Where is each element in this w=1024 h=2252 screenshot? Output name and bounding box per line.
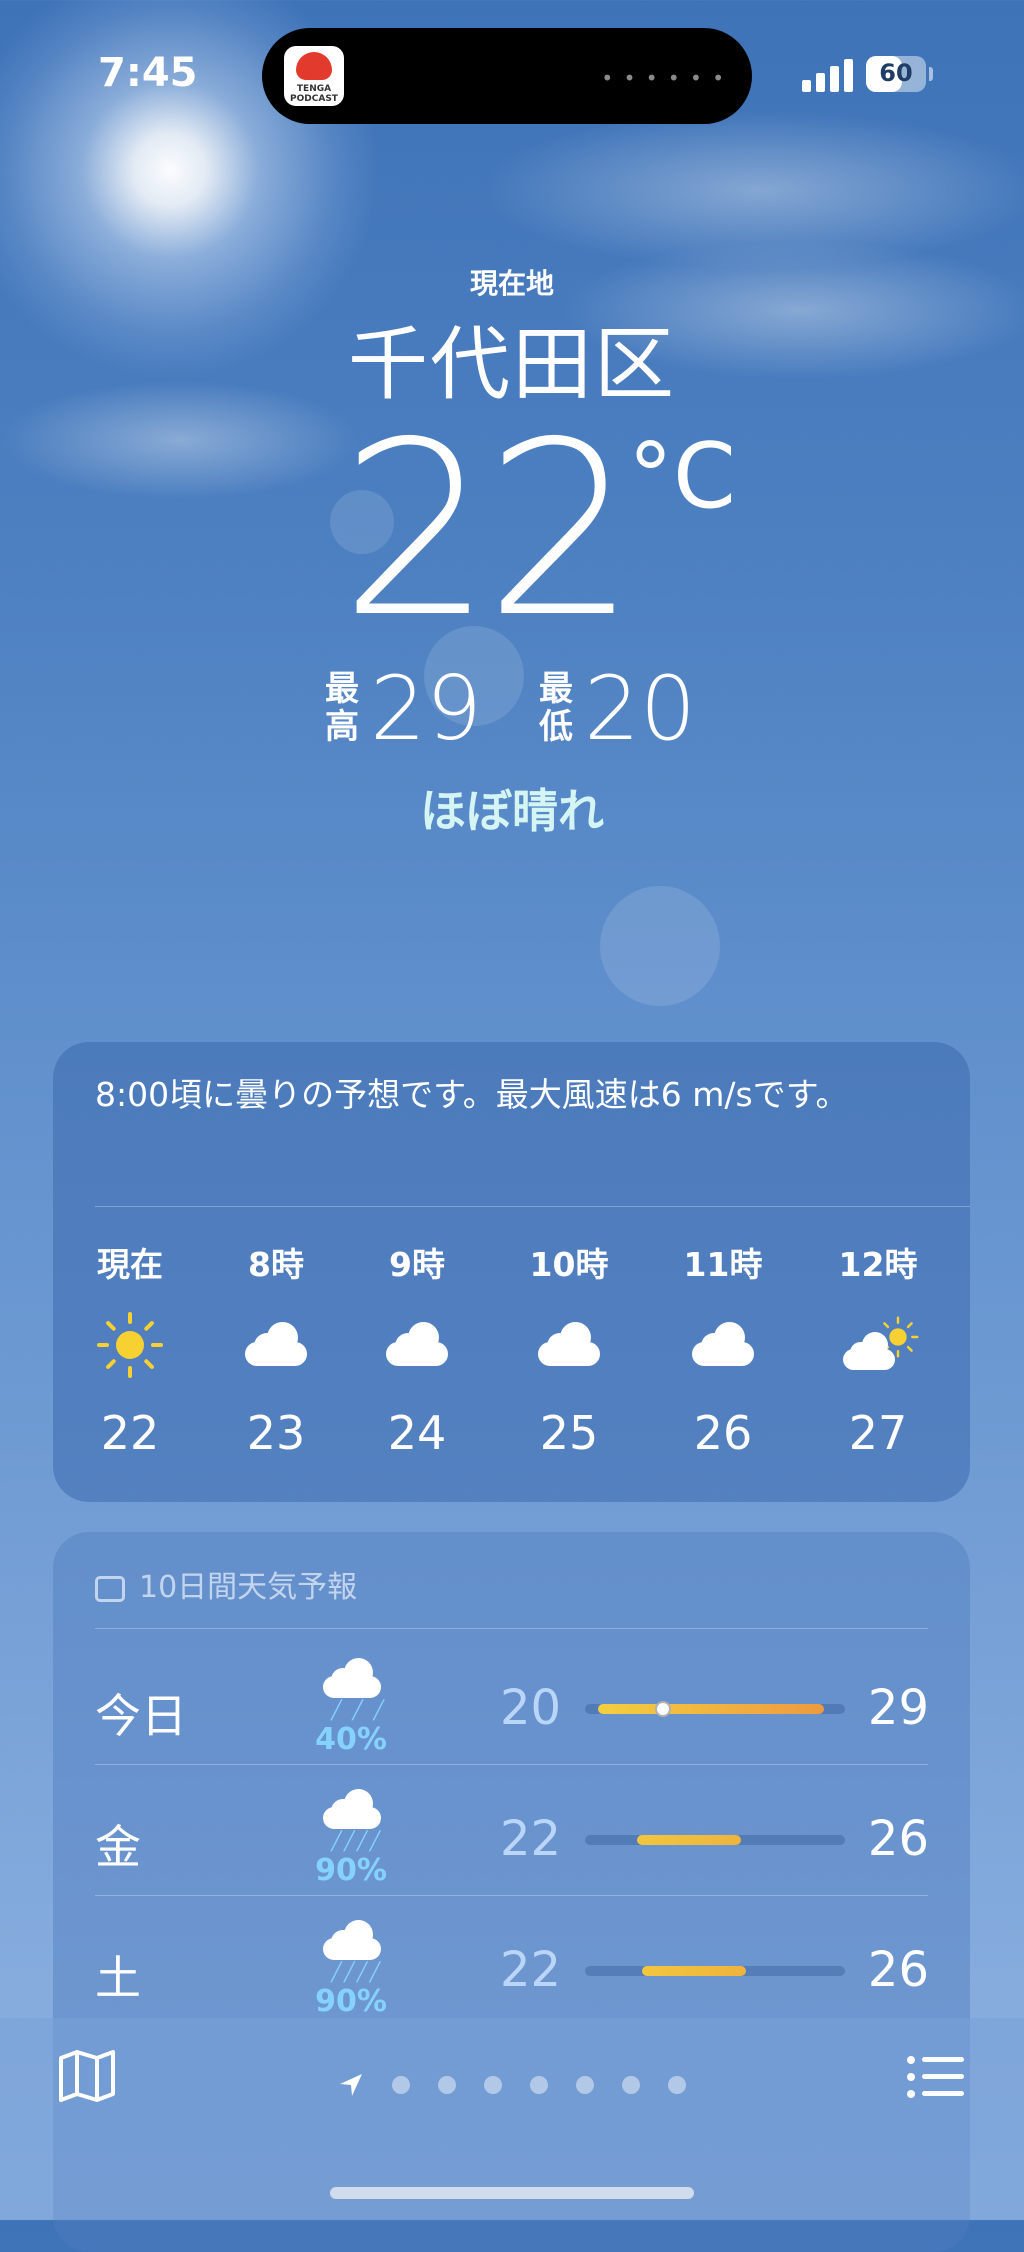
precipitation-chance: 90% xyxy=(315,1984,387,2019)
page-dot[interactable] xyxy=(392,2076,410,2094)
daily-forecast-title: 10日間天気予報 xyxy=(139,1570,358,1605)
hour-item: 12時 27 xyxy=(803,1238,953,1460)
podcast-logo xyxy=(296,52,332,80)
low-temp: 22 xyxy=(500,1942,562,1998)
hour-label: 11時 xyxy=(683,1245,763,1284)
daily-forecast-header: 10日間天気予報 xyxy=(95,1562,357,1606)
day-name: 土 xyxy=(95,1951,141,2005)
weather-condition: ほぼ晴れ xyxy=(420,784,604,838)
low-value: 20 xyxy=(584,657,696,760)
divider xyxy=(95,1764,928,1765)
page-dot[interactable] xyxy=(484,2076,502,2094)
location-label: 現在地 xyxy=(469,267,554,300)
status-time: 7:45 xyxy=(98,50,198,96)
cloud-icon xyxy=(382,1310,452,1380)
temperature-range-bar xyxy=(598,1704,825,1714)
high-temp: 26 xyxy=(867,1811,929,1867)
battery-cap xyxy=(929,67,933,81)
page-indicator[interactable] xyxy=(336,2070,696,2100)
current-temp-marker xyxy=(655,1701,671,1717)
temperature-range-track xyxy=(585,1835,845,1845)
high-value: 29 xyxy=(370,657,482,760)
temperature-unit: °C xyxy=(628,424,736,529)
daily-row[interactable]: 土 ╱╱╱╱ 90% 22 26 xyxy=(95,1902,929,2032)
cloud-icon xyxy=(688,1310,758,1380)
hour-temperature: 23 xyxy=(246,1406,306,1460)
hour-item: 10時 25 xyxy=(494,1238,644,1460)
hour-temperature: 25 xyxy=(539,1406,599,1460)
hour-item: 現在 22 xyxy=(55,1238,205,1460)
page-dot[interactable] xyxy=(438,2076,456,2094)
temperature-range-bar xyxy=(637,1835,741,1845)
rain-cloud-icon: ╱ ╱ ╱ xyxy=(317,1658,387,1722)
calendar-icon xyxy=(95,1575,125,1602)
dynamic-island[interactable]: TENGA PODCAST • • • • • • xyxy=(262,28,752,124)
hour-item: 8時 23 xyxy=(201,1238,351,1460)
high-temp: 26 xyxy=(867,1942,929,1998)
hourly-forecast-card[interactable]: 8:00頃に曇りの予想です。最大風速は6 m/sです。 現在 22 8時 23 9時 24… xyxy=(53,1042,970,1502)
heavy-rain-icon: ╱╱╱╱ xyxy=(317,1920,387,1984)
divider xyxy=(95,1206,970,1207)
sun-icon xyxy=(95,1310,165,1380)
podcast-app-icon[interactable]: TENGA PODCAST xyxy=(284,46,344,106)
lens-flare xyxy=(600,886,720,1006)
precipitation-chance: 40% xyxy=(315,1722,387,1757)
battery-icon: 60 xyxy=(866,56,926,92)
partly-sunny-icon xyxy=(843,1310,919,1380)
page-dot[interactable] xyxy=(530,2076,548,2094)
temperature-range-bar xyxy=(642,1966,747,1976)
day-name: 金 xyxy=(95,1820,141,1874)
temperature-range-track xyxy=(585,1966,845,1976)
heavy-rain-icon: ╱╱╱╱ xyxy=(317,1789,387,1853)
hour-label: 12時 xyxy=(838,1245,918,1284)
map-icon[interactable] xyxy=(58,2050,116,2102)
current-temperature: 22 xyxy=(340,390,637,670)
page-dot[interactable] xyxy=(668,2076,686,2094)
hour-label: 10時 xyxy=(529,1245,609,1284)
cloud-icon xyxy=(534,1310,604,1380)
page-dot[interactable] xyxy=(576,2076,594,2094)
page-dot[interactable] xyxy=(622,2076,640,2094)
hour-label: 9時 xyxy=(389,1245,445,1284)
location-arrow-icon xyxy=(340,2074,362,2096)
temperature-range-track xyxy=(585,1701,845,1717)
battery-level: 60 xyxy=(879,59,913,87)
cellular-signal-icon xyxy=(802,58,854,92)
daily-row[interactable]: 今日 ╱ ╱ ╱ 40% 20 29 xyxy=(95,1640,929,1770)
home-indicator[interactable] xyxy=(330,2187,694,2199)
high-temp: 29 xyxy=(867,1680,929,1736)
divider xyxy=(95,1628,928,1629)
list-icon[interactable] xyxy=(906,2054,966,2100)
day-name: 今日 xyxy=(95,1689,187,1743)
hour-label: 現在 xyxy=(97,1245,163,1284)
high-label: 最高 xyxy=(325,669,359,747)
low-temp: 22 xyxy=(500,1811,562,1867)
hour-item: 9時 24 xyxy=(342,1238,492,1460)
daily-row[interactable]: 金 ╱╱╱╱ 90% 22 26 xyxy=(95,1771,929,1901)
hour-item: 11時 26 xyxy=(648,1238,798,1460)
hour-temperature: 22 xyxy=(100,1406,160,1460)
low-label: 最低 xyxy=(539,669,573,747)
hour-temperature: 27 xyxy=(848,1406,908,1460)
podcast-logo-text: TENGA PODCAST xyxy=(290,84,338,104)
hour-label: 8時 xyxy=(248,1245,304,1284)
cloud-icon xyxy=(241,1310,311,1380)
divider xyxy=(95,1895,928,1896)
hour-temperature: 24 xyxy=(387,1406,447,1460)
forecast-summary: 8:00頃に曇りの予想です。最大風速は6 m/sです。 xyxy=(95,1075,849,1114)
precipitation-chance: 90% xyxy=(315,1853,387,1888)
audio-activity-indicator: • • • • • • xyxy=(601,66,726,90)
low-temp: 20 xyxy=(500,1680,562,1736)
hour-temperature: 26 xyxy=(693,1406,753,1460)
